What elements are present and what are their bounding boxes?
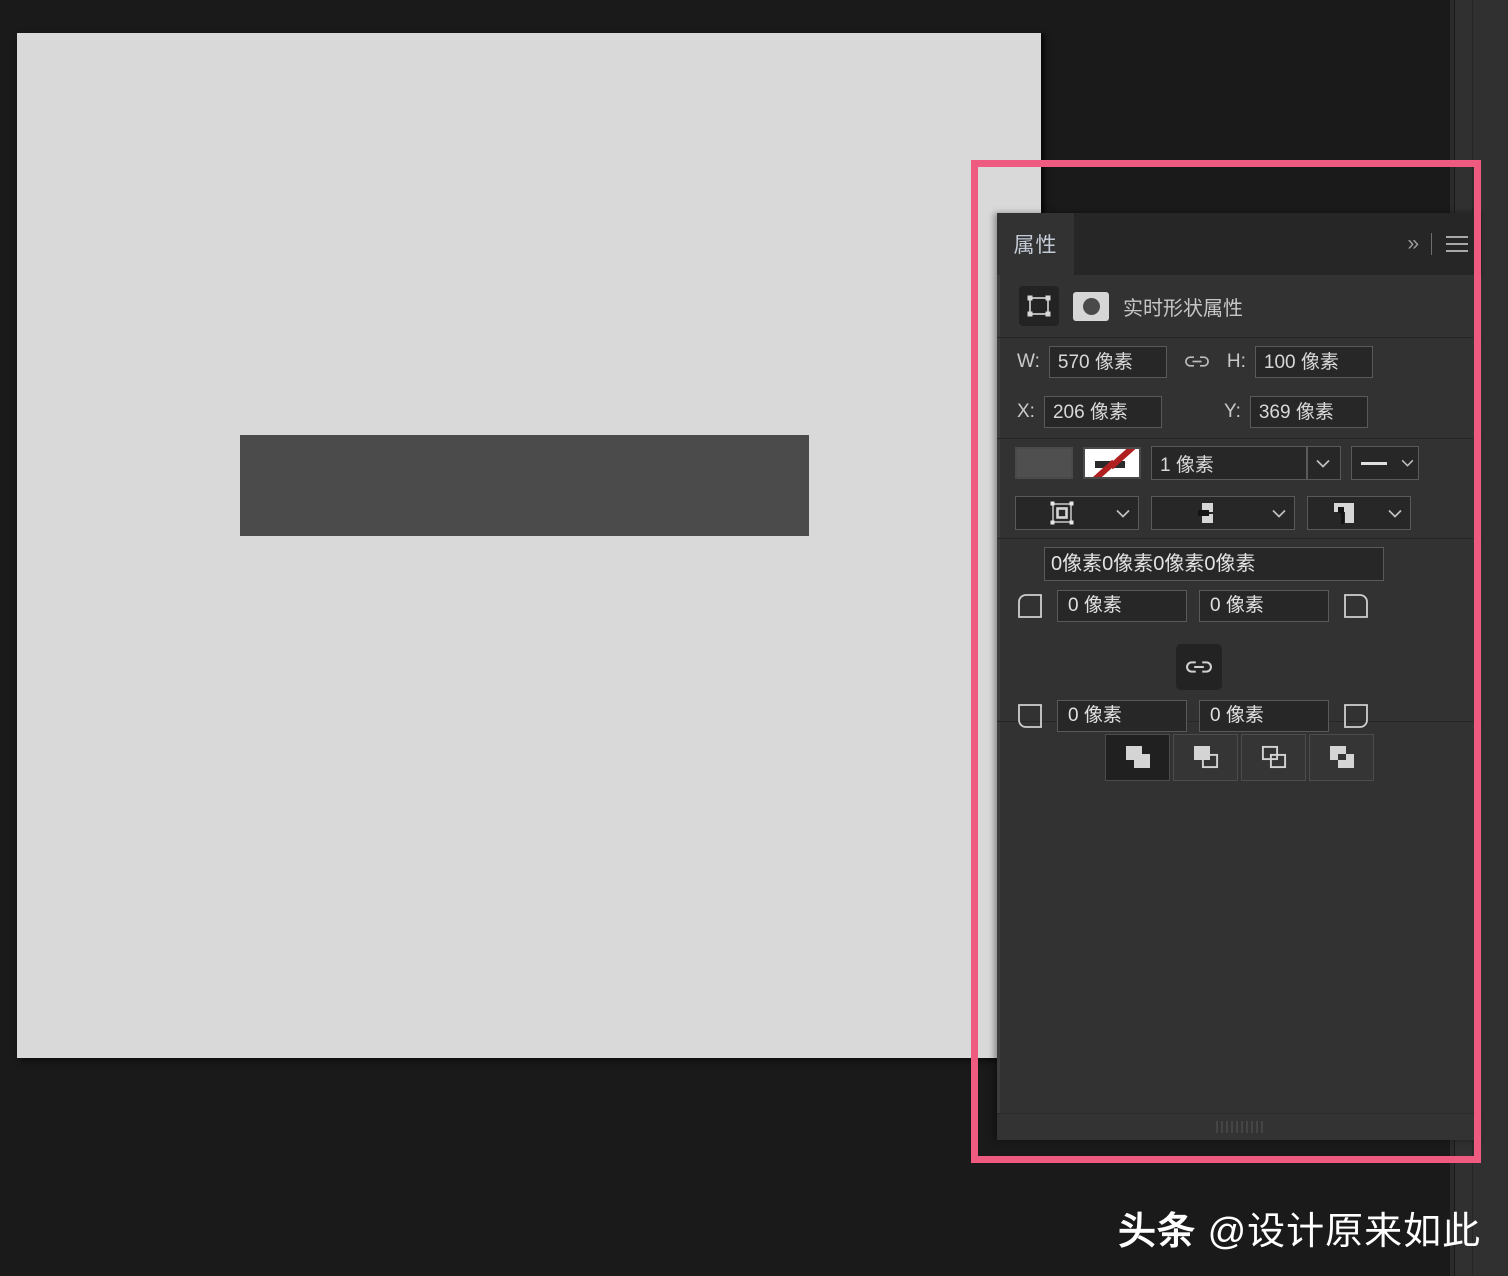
stroke-align-center-icon [1016, 499, 1108, 527]
chevron-down-icon [1308, 459, 1338, 468]
chevron-down-icon [1396, 459, 1418, 467]
rectangle-shape-layer[interactable] [240, 435, 809, 536]
fill-color-swatch[interactable] [1015, 447, 1073, 479]
y-label: Y: [1224, 401, 1241, 423]
tabbar-controls: » [1407, 213, 1482, 275]
panel-header: 实时形状属性 [997, 275, 1482, 338]
stroke-width-dropdown[interactable] [1307, 446, 1341, 480]
geometry-section: W: 570 像素 H: 100 像素 X: 206 像素 Y: 369 像素 [997, 337, 1482, 439]
height-label: H: [1227, 351, 1246, 373]
stroke-section: 1 像素 [997, 438, 1482, 539]
x-y-row: X: 206 像素 Y: 369 像素 [997, 387, 1482, 437]
path-operations-row [997, 721, 1482, 793]
top-corners-row: 0 像素 0 像素 [997, 590, 1482, 622]
tab-properties-label: 属性 [1014, 229, 1058, 259]
chevron-down-icon [1108, 509, 1138, 518]
link-width-height-icon[interactable] [1185, 351, 1209, 374]
properties-panel: 属性 » 实时形状属 [997, 213, 1482, 1140]
tabbar-spacer [1074, 213, 1407, 275]
watermark-brand: 头条 [1118, 1211, 1196, 1253]
width-height-row: W: 570 像素 H: 100 像素 [997, 337, 1482, 387]
stroke-align-dropdown[interactable] [1015, 496, 1139, 530]
corner-radius-section: 0像素0像素0像素0像素 0 像素 0 像素 [997, 538, 1482, 722]
panel-resize-grip[interactable] [1216, 1121, 1263, 1133]
panel-resize-bar[interactable] [997, 1113, 1482, 1140]
y-input[interactable]: 369 像素 [1250, 396, 1368, 428]
stroke-no-color-swatch[interactable] [1083, 447, 1141, 479]
height-input[interactable]: 100 像素 [1255, 346, 1373, 378]
panel-header-title: 实时形状属性 [1123, 292, 1243, 321]
stroke-corner-dropdown[interactable] [1307, 496, 1411, 530]
chevron-down-icon [1380, 509, 1410, 518]
photoshop-workspace: 属性 » 实时形状属 [0, 0, 1508, 1276]
intersect-shape-areas-button[interactable] [1241, 734, 1306, 781]
stroke-style-dropdown[interactable] [1351, 446, 1419, 480]
panel-menu-icon[interactable] [1446, 236, 1468, 252]
top-left-corner-icon [1015, 591, 1045, 621]
stroke-width-input[interactable]: 1 像素 [1151, 446, 1307, 480]
collapse-panels-icon[interactable]: » [1407, 232, 1417, 256]
watermark: 头条 @设计原来如此 [1118, 1200, 1481, 1255]
stroke-corner-miter-icon [1308, 499, 1380, 527]
top-right-radius-input[interactable]: 0 像素 [1199, 590, 1329, 622]
width-input[interactable]: 570 像素 [1049, 346, 1167, 378]
solid-line-icon [1352, 462, 1396, 465]
chevron-down-icon [1264, 509, 1294, 518]
link-radius-values-button[interactable] [1176, 644, 1222, 690]
stroke-cap-butt-icon [1152, 499, 1264, 527]
watermark-handle: @设计原来如此 [1208, 1211, 1482, 1253]
panel-tabbar: 属性 » [997, 213, 1482, 275]
document-canvas[interactable] [17, 33, 1041, 1058]
stroke-width-value: 1 像素 [1160, 450, 1306, 477]
fill-stroke-row: 1 像素 [997, 438, 1482, 488]
stroke-options-row [997, 488, 1482, 538]
path-operations-section [997, 721, 1482, 793]
combine-shapes-button[interactable] [1105, 734, 1170, 781]
top-left-radius-input[interactable]: 0 像素 [1057, 590, 1187, 622]
all-corners-radius-input[interactable]: 0像素0像素0像素0像素 [1044, 547, 1384, 581]
exclude-overlapping-shapes-button[interactable] [1309, 734, 1374, 781]
stroke-cap-dropdown[interactable] [1151, 496, 1295, 530]
x-input[interactable]: 206 像素 [1044, 396, 1162, 428]
x-label: X: [1017, 401, 1035, 423]
subtract-front-shape-button[interactable] [1173, 734, 1238, 781]
transform-icon[interactable] [1019, 286, 1059, 326]
top-right-corner-icon [1341, 591, 1371, 621]
tab-properties[interactable]: 属性 [997, 213, 1074, 275]
width-label: W: [1017, 351, 1040, 373]
shape-thumbnail-icon[interactable] [1073, 292, 1109, 321]
tabbar-divider [1431, 233, 1432, 255]
